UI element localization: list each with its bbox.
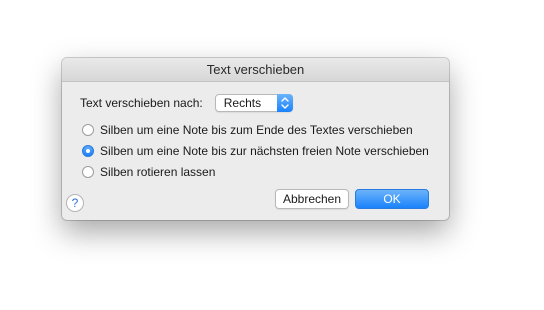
chevron-up-down-icon [276, 94, 293, 112]
cancel-button[interactable]: Abbrechen [275, 189, 349, 209]
target-popup-button[interactable]: Rechts [214, 94, 293, 112]
radio-option-end-of-text[interactable]: Silben um eine Note bis zum Ende des Tex… [82, 119, 429, 140]
move-text-dialog: Text verschieben Text verschieben nach: … [62, 58, 449, 220]
radio-option-rotate[interactable]: Silben rotieren lassen [82, 161, 429, 182]
target-row: Text verschieben nach: Rechts [80, 93, 293, 113]
radio-button-selected[interactable] [82, 144, 94, 157]
ok-button[interactable]: OK [355, 189, 429, 209]
move-mode-radio-group: Silben um eine Note bis zum Ende des Tex… [82, 119, 429, 182]
radio-label: Silben rotieren lassen [100, 164, 216, 179]
radio-button[interactable] [82, 123, 94, 136]
radio-label: Silben um eine Note bis zum Ende des Tex… [100, 122, 413, 137]
help-button[interactable]: ? [66, 194, 84, 212]
radio-option-next-free-note[interactable]: Silben um eine Note bis zur nächsten fre… [82, 140, 429, 161]
radio-button[interactable] [82, 165, 94, 178]
target-label: Text verschieben nach: [80, 96, 203, 110]
radio-label: Silben um eine Note bis zur nächsten fre… [100, 143, 429, 158]
target-popup-value: Rechts [223, 96, 262, 110]
dialog-title: Text verschieben [62, 58, 449, 82]
